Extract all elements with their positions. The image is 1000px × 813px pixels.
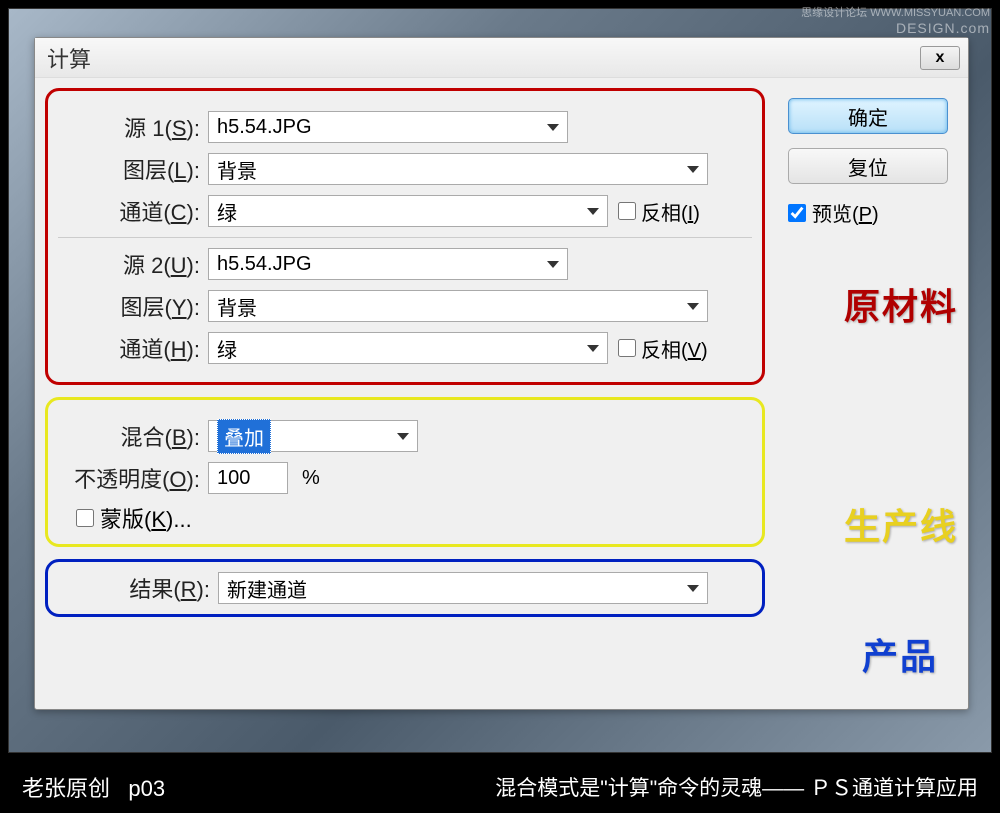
blend-group: 混合(B): 叠加 不透明度(O): 100 %: [45, 397, 765, 547]
chevron-down-icon: [397, 433, 409, 440]
opacity-label: 不透明度(O):: [58, 462, 208, 494]
outer-frame: 计算 x 源 1(S): h5.54.JPG: [8, 8, 992, 753]
source1-channel-label: 通道(C):: [58, 195, 208, 227]
chevron-down-icon: [547, 261, 559, 268]
ok-button[interactable]: 确定: [788, 98, 948, 134]
close-icon: x: [936, 49, 945, 67]
opacity-input[interactable]: 100: [208, 462, 288, 494]
chevron-down-icon: [547, 124, 559, 131]
source1-invert[interactable]: 反相(I): [618, 197, 700, 226]
source1-label: 源 1(S):: [58, 111, 208, 143]
source2-layer-label: 图层(Y):: [58, 290, 208, 322]
footer-caption: 混合模式是"计算"命令的灵魂—— ＰＳ通道计算应用: [495, 772, 978, 802]
calculations-dialog: 计算 x 源 1(S): h5.54.JPG: [34, 37, 969, 710]
title-bar: 计算 x: [35, 38, 968, 78]
chevron-down-icon: [687, 585, 699, 592]
mask-checkbox[interactable]: [76, 509, 94, 527]
result-dropdown[interactable]: 新建通道: [218, 572, 708, 604]
chevron-down-icon: [587, 345, 599, 352]
chevron-down-icon: [687, 166, 699, 173]
annotation-product: 产品: [862, 628, 938, 680]
annotation-raw-material: 原材料: [844, 278, 958, 330]
source2-layer-dropdown[interactable]: 背景: [208, 290, 708, 322]
source2-label: 源 2(U):: [58, 248, 208, 280]
chevron-down-icon: [587, 208, 599, 215]
source1-channel-dropdown[interactable]: 绿: [208, 195, 608, 227]
source2-invert[interactable]: 反相(V): [618, 334, 708, 363]
footer: 老张原创 p03 混合模式是"计算"命令的灵魂—— ＰＳ通道计算应用: [0, 761, 1000, 813]
close-button[interactable]: x: [920, 46, 960, 70]
watermark: 思缘设计论坛 WWW.MISSYUAN.COM DESIGN.com: [801, 4, 990, 36]
cancel-button[interactable]: 复位: [788, 148, 948, 184]
opacity-unit: %: [302, 467, 320, 490]
chevron-down-icon: [687, 303, 699, 310]
source1-layer-label: 图层(L):: [58, 153, 208, 185]
preview-checkbox-row[interactable]: 预览(P): [788, 198, 953, 227]
source1-invert-checkbox[interactable]: [618, 202, 636, 220]
source2-channel-dropdown[interactable]: 绿: [208, 332, 608, 364]
result-group: 结果(R): 新建通道: [45, 559, 765, 617]
preview-checkbox[interactable]: [788, 204, 806, 222]
annotation-production-line: 生产线: [844, 498, 958, 550]
source2-channel-label: 通道(H):: [58, 332, 208, 364]
mask-label: 蒙版(K)...: [100, 502, 192, 534]
result-label: 结果(R):: [58, 572, 218, 604]
divider: [58, 237, 752, 238]
source2-dropdown[interactable]: h5.54.JPG: [208, 248, 568, 280]
footer-author: 老张原创 p03: [22, 771, 165, 803]
source1-layer-dropdown[interactable]: 背景: [208, 153, 708, 185]
blend-mode-dropdown[interactable]: 叠加: [208, 420, 418, 452]
source1-dropdown[interactable]: h5.54.JPG: [208, 111, 568, 143]
sources-group: 源 1(S): h5.54.JPG 图层(L): 背景: [45, 88, 765, 385]
blend-label: 混合(B):: [58, 420, 208, 452]
source2-invert-checkbox[interactable]: [618, 339, 636, 357]
dialog-title: 计算: [43, 42, 91, 74]
